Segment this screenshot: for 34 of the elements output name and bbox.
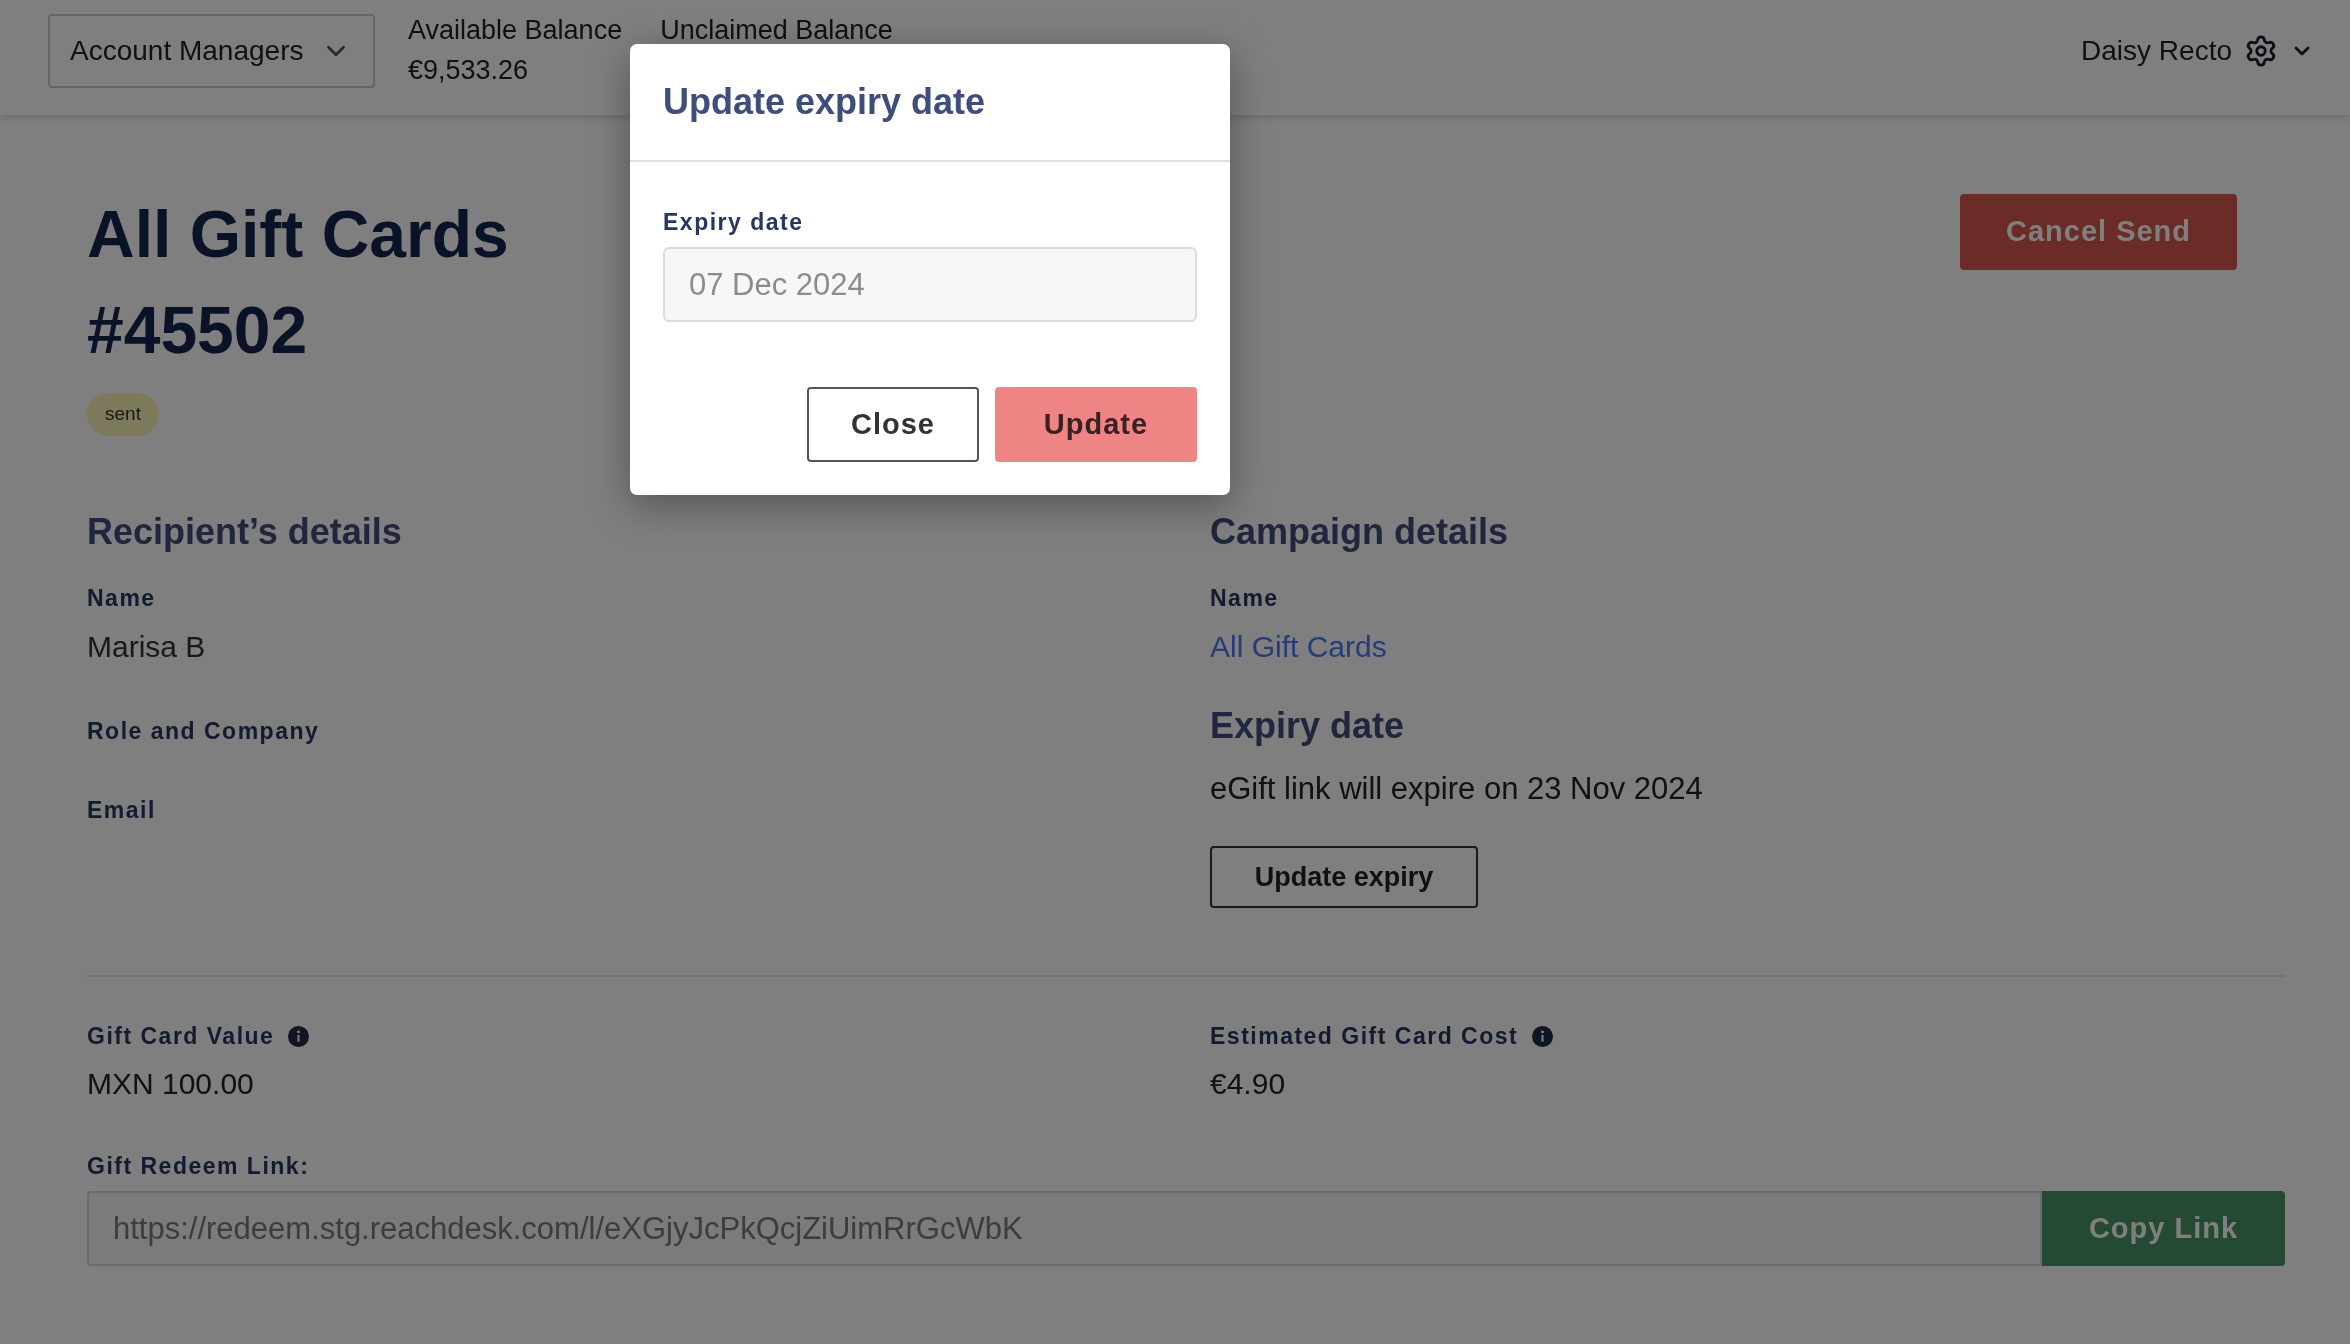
copy-link-button[interactable]: Copy Link — [2042, 1191, 2285, 1266]
section-heading: Campaign details — [1210, 510, 1509, 554]
campaign-link[interactable]: All Gift Cards — [1210, 627, 1387, 667]
section-heading: Recipient’s details — [87, 510, 402, 554]
balance-value: €9,533.26 — [408, 54, 530, 87]
field-value: Marisa B — [87, 629, 206, 665]
expiry-text: eGift link will expire on 23 Nov 2024 — [1210, 770, 1703, 808]
status-badge: sent — [87, 393, 159, 436]
field-label: Gift Card Value — [87, 1022, 275, 1051]
field-label: Name — [1210, 584, 1279, 613]
user-name[interactable]: Daisy Recto — [2081, 30, 2232, 72]
field-label: Expiry date — [663, 208, 804, 236]
field-value: MXN 100.00 — [87, 1066, 254, 1102]
update-expiry-button[interactable]: Update expiry — [1210, 846, 1478, 908]
close-button[interactable]: Close — [807, 387, 979, 462]
balance-label: Unclaimed Balance — [660, 14, 893, 47]
field-label: Email — [87, 796, 156, 825]
modal-title: Update expiry date — [663, 80, 986, 124]
page-title: All Gift Cards — [87, 196, 509, 273]
account-dropdown[interactable]: Account Managers — [48, 14, 375, 88]
balance-label: Available Balance — [408, 14, 623, 47]
info-icon — [1532, 1025, 1554, 1047]
field-label: Role and Company — [87, 717, 320, 746]
settings-icon[interactable] — [2244, 34, 2278, 68]
info-icon — [288, 1025, 310, 1047]
field-value: €4.90 — [1210, 1066, 1286, 1102]
page-title: #45502 — [87, 292, 308, 369]
cancel-send-button[interactable]: Cancel Send — [1960, 194, 2237, 270]
field-label: Gift Redeem Link: — [87, 1152, 310, 1181]
section-heading: Expiry date — [1210, 704, 1405, 748]
field-label: Estimated Gift Card Cost — [1210, 1022, 1519, 1051]
redeem-link-field[interactable]: https://redeem.stg.reachdesk.com/l/eXGjyJcPkQcjZiUimRrGcWbK — [87, 1191, 2042, 1266]
expiry-date-field[interactable]: 07 Dec 2024 — [663, 247, 1197, 322]
field-label: Name — [87, 584, 156, 613]
